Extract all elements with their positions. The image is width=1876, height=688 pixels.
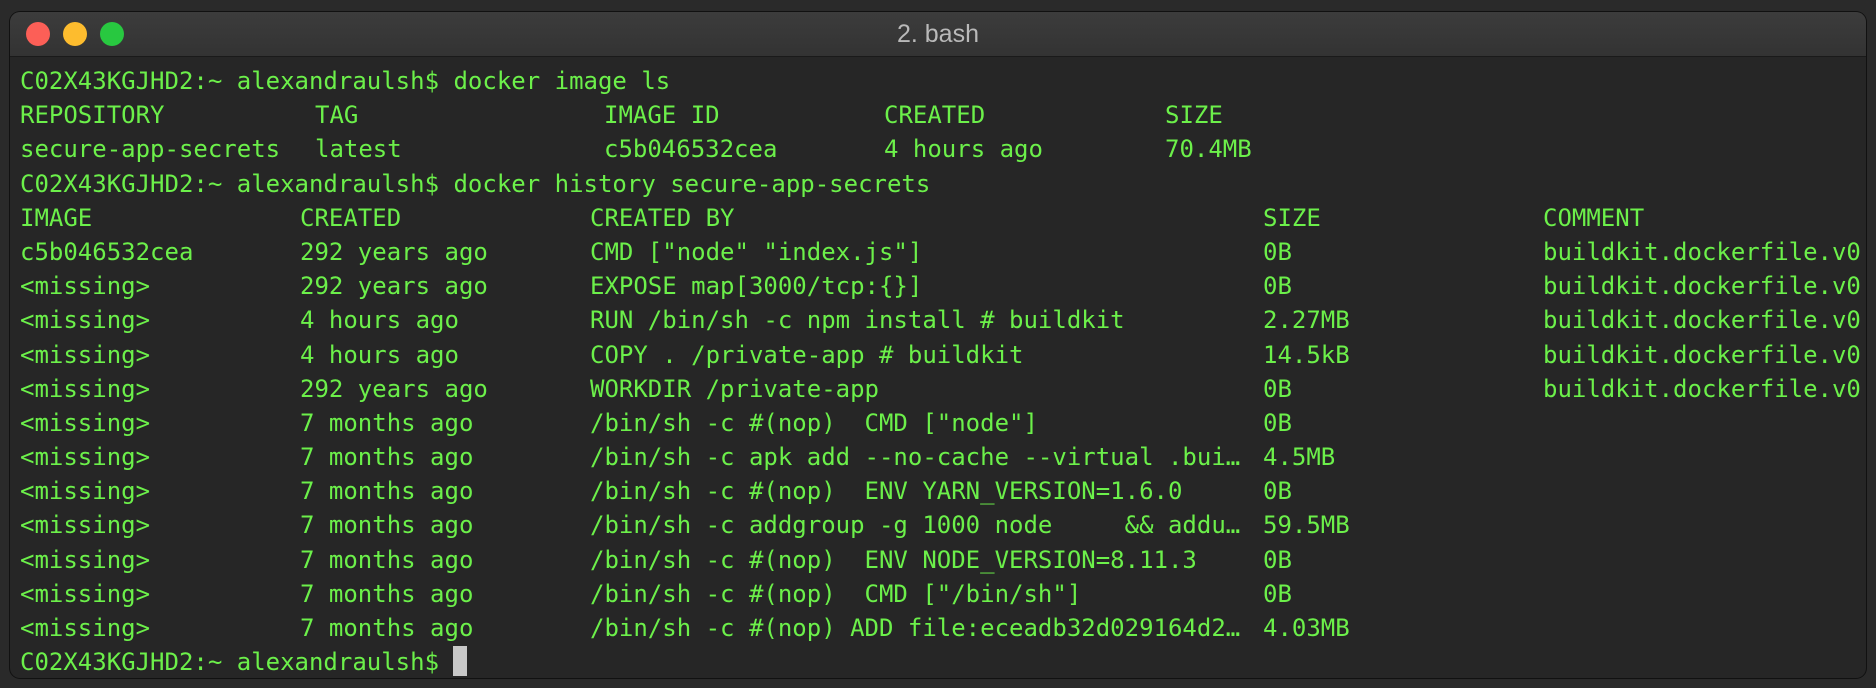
column-header: CREATED bbox=[300, 203, 402, 232]
image-cell: <missing> bbox=[20, 545, 151, 574]
created-cell: 7 months ago bbox=[300, 477, 474, 506]
table-row: secure-app-secrets latest c5b046532cea 4… bbox=[20, 132, 1866, 166]
comment-cell: buildkit.dockerfile.v0 bbox=[1543, 272, 1861, 301]
table-row: <missing> 4 hours ago COPY . /private-ap… bbox=[20, 338, 1866, 372]
column-header: CREATED bbox=[884, 101, 986, 130]
table-row: <missing> 7 months ago /bin/sh -c #(nop)… bbox=[20, 543, 1866, 577]
created-cell: 4 hours ago bbox=[884, 135, 1043, 164]
created-by-cell: /bin/sh -c apk add --no-cache --virtual … bbox=[590, 443, 1241, 472]
created-by-cell: /bin/sh -c #(nop) CMD ["node"] bbox=[590, 408, 1038, 437]
repository-cell: secure-app-secrets bbox=[20, 135, 281, 164]
table-row: <missing> 292 years ago WORKDIR /private… bbox=[20, 372, 1866, 406]
table-row: <missing> 4 hours ago RUN /bin/sh -c npm… bbox=[20, 303, 1866, 337]
comment-cell: buildkit.dockerfile.v0 bbox=[1543, 237, 1861, 266]
size-cell: 0B bbox=[1263, 477, 1292, 506]
created-by-cell: RUN /bin/sh -c npm install # buildkit bbox=[590, 306, 1125, 335]
size-cell: 0B bbox=[1263, 272, 1292, 301]
command-line: C02X43KGJHD2:~ alexandraulsh$ docker his… bbox=[20, 167, 1866, 201]
image-id-cell: c5b046532cea bbox=[604, 135, 778, 164]
size-cell: 4.5MB bbox=[1263, 443, 1336, 472]
comment-cell: buildkit.dockerfile.v0 bbox=[1543, 374, 1861, 403]
created-by-cell: COPY . /private-app # buildkit bbox=[590, 340, 1024, 369]
image-cell: <missing> bbox=[20, 340, 151, 369]
size-cell: 0B bbox=[1263, 374, 1292, 403]
tag-cell: latest bbox=[315, 135, 402, 164]
size-cell: 59.5MB bbox=[1263, 511, 1350, 540]
column-header: REPOSITORY bbox=[20, 101, 165, 130]
prompt: C02X43KGJHD2:~ alexandraulsh$ bbox=[20, 648, 440, 677]
size-cell: 14.5kB bbox=[1263, 340, 1350, 369]
table-header: REPOSITORY TAG IMAGE ID CREATED SIZE bbox=[20, 98, 1866, 132]
column-header: SIZE bbox=[1263, 203, 1321, 232]
column-header: COMMENT bbox=[1543, 203, 1645, 232]
command-text: docker history secure-app-secrets bbox=[453, 169, 931, 198]
column-header: TAG bbox=[315, 101, 359, 130]
image-cell: <missing> bbox=[20, 511, 151, 540]
table-row: <missing> 7 months ago /bin/sh -c #(nop)… bbox=[20, 577, 1866, 611]
image-cell: <missing> bbox=[20, 306, 151, 335]
image-cell: <missing> bbox=[20, 579, 151, 608]
image-cell: <missing> bbox=[20, 408, 151, 437]
column-header: CREATED BY bbox=[590, 203, 735, 232]
prompt: C02X43KGJHD2:~ alexandraulsh$ bbox=[20, 169, 440, 198]
created-cell: 4 hours ago bbox=[300, 306, 459, 335]
created-cell: 292 years ago bbox=[300, 237, 488, 266]
command-text: docker image ls bbox=[453, 67, 671, 95]
image-cell: <missing> bbox=[20, 477, 151, 506]
created-by-cell: /bin/sh -c #(nop) CMD ["/bin/sh"] bbox=[590, 579, 1082, 608]
comment-cell: buildkit.dockerfile.v0 bbox=[1543, 306, 1861, 335]
table-row: <missing> 7 months ago /bin/sh -c #(nop)… bbox=[20, 611, 1866, 645]
size-cell: 0B bbox=[1263, 545, 1292, 574]
table-row: <missing> 7 months ago /bin/sh -c apk ad… bbox=[20, 440, 1866, 474]
table-row: <missing> 7 months ago /bin/sh -c #(nop)… bbox=[20, 474, 1866, 508]
created-cell: 292 years ago bbox=[300, 374, 488, 403]
created-cell: 7 months ago bbox=[300, 443, 474, 472]
created-by-cell: CMD ["node" "index.js"] bbox=[590, 237, 923, 266]
text-cursor bbox=[453, 646, 468, 677]
terminal-window: 2. bash C02X43KGJHD2:~ alexandraulsh$ do… bbox=[10, 12, 1866, 678]
created-cell: 292 years ago bbox=[300, 272, 488, 301]
created-by-cell: /bin/sh -c #(nop) ENV NODE_VERSION=8.11.… bbox=[590, 545, 1197, 574]
table-row: <missing> 7 months ago /bin/sh -c addgro… bbox=[20, 508, 1866, 542]
image-cell: c5b046532cea bbox=[20, 237, 194, 266]
column-header: SIZE bbox=[1165, 101, 1223, 130]
command-line: C02X43KGJHD2:~ alexandraulsh$ docker ima… bbox=[20, 64, 1866, 98]
size-cell: 2.27MB bbox=[1263, 306, 1350, 335]
table-header: IMAGE CREATED CREATED BY SIZE COMMENT bbox=[20, 201, 1866, 235]
prompt: C02X43KGJHD2:~ alexandraulsh$ bbox=[20, 67, 440, 95]
image-cell: <missing> bbox=[20, 272, 151, 301]
created-by-cell: /bin/sh -c #(nop) ADD file:eceadb32d0291… bbox=[590, 614, 1241, 642]
title-bar: 2. bash bbox=[10, 12, 1866, 57]
created-by-cell: /bin/sh -c addgroup -g 1000 node && addu… bbox=[590, 511, 1241, 540]
column-header: IMAGE bbox=[20, 203, 93, 232]
column-header: IMAGE ID bbox=[604, 101, 720, 130]
table-row: <missing> 292 years ago EXPOSE map[3000/… bbox=[20, 269, 1866, 303]
size-cell: 0B bbox=[1263, 579, 1292, 608]
table-row: <missing> 7 months ago /bin/sh -c #(nop)… bbox=[20, 406, 1866, 440]
created-by-cell: EXPOSE map[3000/tcp:{}] bbox=[590, 272, 923, 301]
size-cell: 0B bbox=[1263, 408, 1292, 437]
created-by-cell: WORKDIR /private-app bbox=[590, 374, 879, 403]
image-cell: <missing> bbox=[20, 614, 151, 642]
current-prompt-line[interactable]: C02X43KGJHD2:~ alexandraulsh$ bbox=[20, 645, 1866, 678]
created-cell: 7 months ago bbox=[300, 545, 474, 574]
created-cell: 7 months ago bbox=[300, 614, 474, 642]
terminal-output[interactable]: C02X43KGJHD2:~ alexandraulsh$ docker ima… bbox=[10, 57, 1866, 678]
image-cell: <missing> bbox=[20, 443, 151, 472]
size-cell: 0B bbox=[1263, 237, 1292, 266]
size-cell: 4.03MB bbox=[1263, 614, 1350, 642]
created-cell: 7 months ago bbox=[300, 579, 474, 608]
image-cell: <missing> bbox=[20, 374, 151, 403]
window-title: 2. bash bbox=[896, 20, 979, 48]
created-cell: 7 months ago bbox=[300, 408, 474, 437]
comment-cell: buildkit.dockerfile.v0 bbox=[1543, 340, 1861, 369]
created-cell: 7 months ago bbox=[300, 511, 474, 540]
created-cell: 4 hours ago bbox=[300, 340, 459, 369]
size-cell: 70.4MB bbox=[1165, 135, 1252, 164]
created-by-cell: /bin/sh -c #(nop) ENV YARN_VERSION=1.6.0 bbox=[590, 477, 1183, 506]
table-row: c5b046532cea 292 years ago CMD ["node" "… bbox=[20, 235, 1866, 269]
